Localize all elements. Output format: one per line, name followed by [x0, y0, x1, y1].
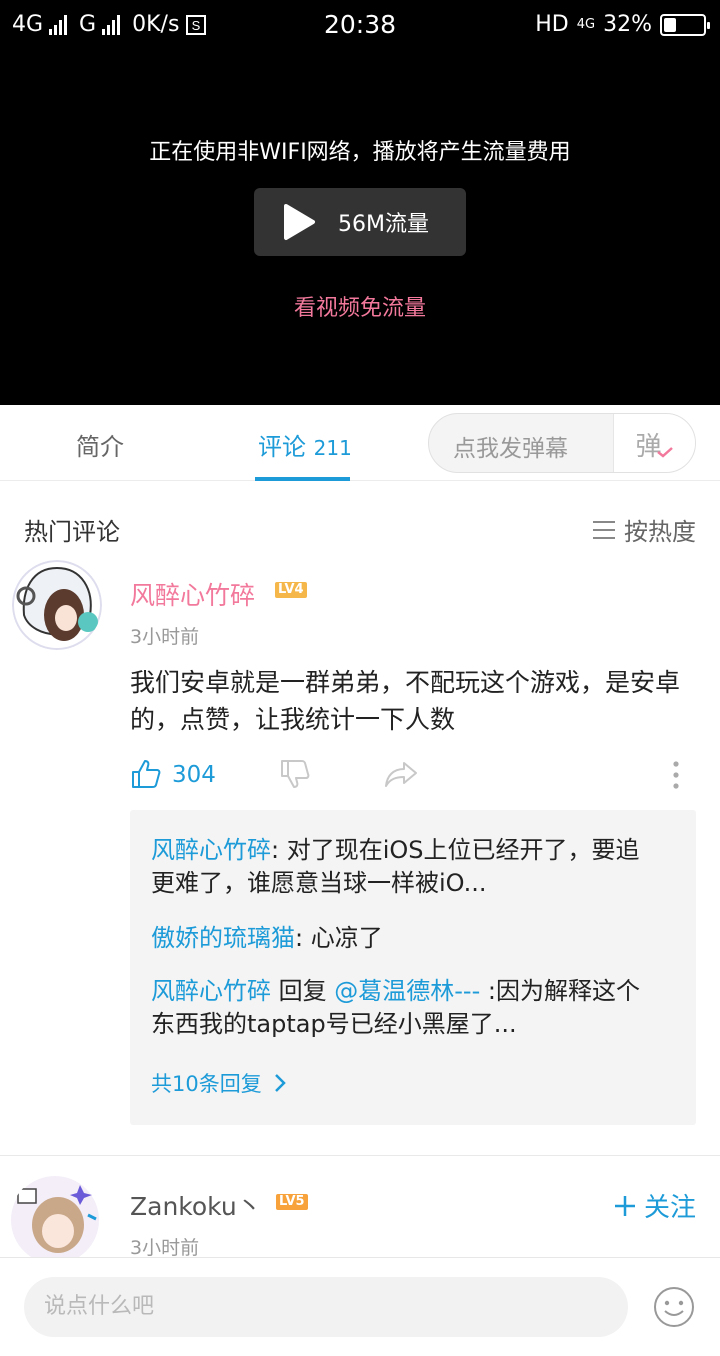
hd-label: HD: [535, 12, 569, 37]
reply-username[interactable]: 风醉心竹碎: [151, 977, 271, 1005]
dislike-icon[interactable]: [279, 758, 311, 790]
tab-comments-count: 211: [313, 436, 352, 460]
tab-intro[interactable]: 简介: [76, 427, 124, 462]
network-4g-small-label: 4G: [576, 17, 596, 32]
comment-actions: 304: [130, 756, 690, 796]
hot-comments-title: 热门评论: [24, 518, 120, 546]
reply-username[interactable]: 风醉心竹碎: [151, 836, 271, 864]
comment-username[interactable]: Zankoku丶: [130, 1187, 262, 1223]
play-button-label: 56M流量: [338, 212, 429, 237]
divider: [0, 1155, 720, 1156]
reply-target[interactable]: @葛温德林---: [334, 977, 480, 1005]
check-icon: [656, 447, 673, 458]
plus-icon: [614, 1195, 635, 1216]
tab-active-indicator: [255, 477, 350, 481]
battery-icon: [660, 13, 710, 36]
level-badge: LV5: [276, 1194, 308, 1210]
view-all-replies-link[interactable]: 共10条回复: [151, 1068, 286, 1098]
level-badge: LV4: [275, 582, 307, 598]
danmaku-toggle-button[interactable]: 弹: [613, 414, 695, 472]
menu-icon: [593, 520, 615, 539]
sort-button[interactable]: 按热度: [592, 512, 696, 547]
reply-item[interactable]: 傲娇的琉璃猫: 心凉了: [151, 922, 651, 955]
tab-comments-label: 评论: [258, 433, 306, 461]
like-icon[interactable]: [130, 758, 162, 790]
reply-item[interactable]: 风醉心竹碎 回复 @葛温德林--- :因为解释这个东西我的taptap号已经小黑…: [151, 975, 651, 1041]
comment-time: 3小时前: [130, 1237, 200, 1259]
comment-text: 我们安卓就是一群弟弟，不配玩这个游戏，是安卓的，点赞，让我统计一下人数: [130, 668, 681, 734]
tab-comments[interactable]: 评论 211: [258, 427, 352, 462]
video-player[interactable]: 4G G 0K/s S 20:38 HD 4G 32% 正在使用非WIFI网络，…: [0, 0, 720, 405]
reply-separator: :: [271, 836, 287, 864]
danmaku-placeholder: 点我发弹幕: [453, 436, 568, 462]
chevron-right-icon: [274, 1074, 286, 1092]
data-warning-text: 正在使用非WIFI网络，播放将产生流量费用: [149, 140, 571, 165]
emoji-icon[interactable]: [653, 1286, 695, 1328]
reply-text: 心凉了: [310, 924, 383, 952]
reply-connector: 回复: [271, 977, 335, 1005]
danmaku-input[interactable]: 点我发弹幕 弹: [428, 413, 696, 473]
play-with-data-button[interactable]: 56M流量: [254, 188, 466, 256]
follow-button[interactable]: 关注: [614, 1187, 696, 1224]
avatar[interactable]: [12, 560, 102, 650]
battery-percent: 32%: [603, 12, 652, 37]
comment-time: 3小时前: [130, 626, 200, 648]
share-icon[interactable]: [384, 760, 418, 788]
view-all-replies-label: 共10条回复: [151, 1072, 262, 1096]
avatar[interactable]: [10, 1175, 100, 1265]
play-icon: [284, 204, 315, 240]
more-icon[interactable]: [671, 760, 681, 790]
status-bar: 4G G 0K/s S 20:38 HD 4G 32%: [0, 0, 720, 50]
follow-label: 关注: [643, 1193, 696, 1223]
like-count: 304: [172, 762, 216, 788]
comment-input[interactable]: 说点什么吧: [24, 1277, 628, 1337]
reply-separator: :: [295, 924, 311, 952]
free-data-link[interactable]: 看视频免流量: [0, 290, 720, 322]
reply-username[interactable]: 傲娇的琉璃猫: [151, 924, 295, 952]
comment-username[interactable]: 风醉心竹碎: [130, 576, 255, 612]
reply-item[interactable]: 风醉心竹碎: 对了现在iOS上位已经开了，要追更难了，谁愿意当球一样被iO...: [151, 834, 651, 900]
comment-input-bar: 说点什么吧: [0, 1257, 720, 1356]
sort-label: 按热度: [624, 518, 696, 546]
reply-box[interactable]: 风醉心竹碎: 对了现在iOS上位已经开了，要追更难了，谁愿意当球一样被iO...…: [130, 810, 696, 1125]
